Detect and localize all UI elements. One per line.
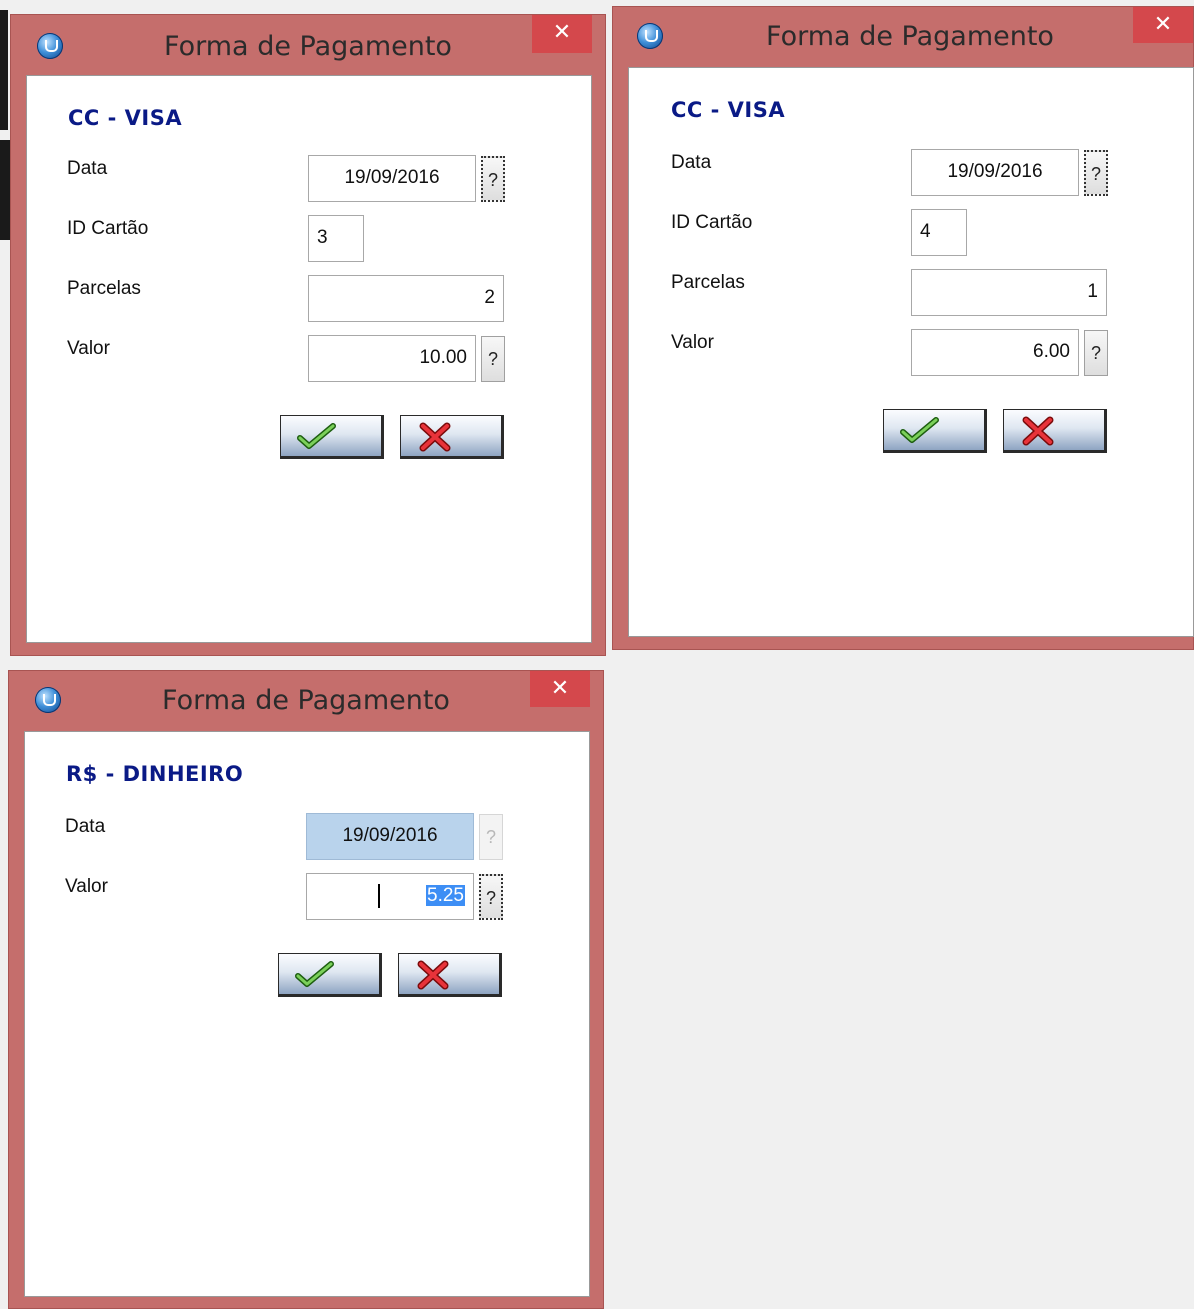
payment-method-title: R$ - DINHEIRO <box>66 762 244 786</box>
data-label: Data <box>67 158 108 179</box>
parcelas-input[interactable]: 1 <box>911 269 1107 316</box>
data-label: Data <box>65 816 106 837</box>
valor-help-button[interactable]: ? <box>1084 330 1108 376</box>
id-cartao-input[interactable]: 3 <box>308 215 364 262</box>
valor-help-button[interactable]: ? <box>481 336 505 382</box>
payment-dialog-1: Forma de Pagamento ✕ CC - VISA Data 19/0… <box>10 14 606 656</box>
confirm-button[interactable] <box>883 409 987 453</box>
parcelas-label: Parcelas <box>671 272 745 293</box>
dialog-body: CC - VISA Data 19/09/2016 ? ID Cartão 3 … <box>26 75 592 643</box>
valor-input[interactable]: 10.00 <box>308 335 476 382</box>
dialog-body: CC - VISA Data 19/09/2016 ? ID Cartão 4 … <box>628 67 1194 637</box>
payment-method-title: CC - VISA <box>671 98 786 122</box>
payment-dialog-2: Forma de Pagamento ✕ CC - VISA Data 19/0… <box>612 6 1194 650</box>
id-cartao-input[interactable]: 4 <box>911 209 967 256</box>
id-cartao-label: ID Cartão <box>671 212 753 233</box>
selected-value: 5.25 <box>426 885 465 906</box>
close-button[interactable]: ✕ <box>1133 7 1193 43</box>
data-label: Data <box>671 152 712 173</box>
valor-label: Valor <box>671 332 714 353</box>
title-bar[interactable]: Forma de Pagamento ✕ <box>9 671 603 731</box>
text-cursor <box>378 883 381 908</box>
title-bar[interactable]: Forma de Pagamento ✕ <box>613 7 1193 67</box>
close-button[interactable]: ✕ <box>530 671 590 707</box>
green-check-icon <box>297 423 336 449</box>
valor-label: Valor <box>67 338 110 359</box>
red-x-icon <box>419 422 451 452</box>
green-check-icon <box>295 961 334 987</box>
close-button[interactable]: ✕ <box>532 15 592 53</box>
green-check-icon <box>900 417 939 443</box>
confirm-button[interactable] <box>280 415 384 459</box>
cancel-button[interactable] <box>1003 409 1107 453</box>
data-help-button[interactable]: ? <box>481 156 505 202</box>
payment-dialog-3: Forma de Pagamento ✕ R$ - DINHEIRO Data … <box>8 670 604 1309</box>
window-title: Forma de Pagamento <box>162 685 450 716</box>
data-input[interactable]: 19/09/2016 <box>911 149 1079 196</box>
confirm-button[interactable] <box>278 953 382 997</box>
data-input[interactable]: 19/09/2016 <box>308 155 476 202</box>
background-edge <box>0 140 10 240</box>
cancel-button[interactable] <box>398 953 502 997</box>
data-help-button: ? <box>479 814 503 860</box>
valor-label: Valor <box>65 876 108 897</box>
parcelas-input[interactable]: 2 <box>308 275 504 322</box>
red-x-icon <box>417 960 449 990</box>
valor-input[interactable]: 6.00 <box>911 329 1079 376</box>
red-x-icon <box>1022 416 1054 446</box>
background-edge <box>0 10 8 130</box>
data-help-button[interactable]: ? <box>1084 150 1108 196</box>
dialog-body: R$ - DINHEIRO Data 19/09/2016 ? Valor 5.… <box>24 731 590 1297</box>
valor-help-button[interactable]: ? <box>479 874 503 920</box>
window-title: Forma de Pagamento <box>164 31 452 62</box>
payment-method-title: CC - VISA <box>68 106 183 130</box>
window-title: Forma de Pagamento <box>766 21 1054 52</box>
id-cartao-label: ID Cartão <box>67 218 149 239</box>
cancel-button[interactable] <box>400 415 504 459</box>
parcelas-label: Parcelas <box>67 278 141 299</box>
title-bar[interactable]: Forma de Pagamento ✕ <box>11 15 605 75</box>
valor-input[interactable]: 5.25 <box>306 873 474 920</box>
data-input: 19/09/2016 <box>306 813 474 860</box>
